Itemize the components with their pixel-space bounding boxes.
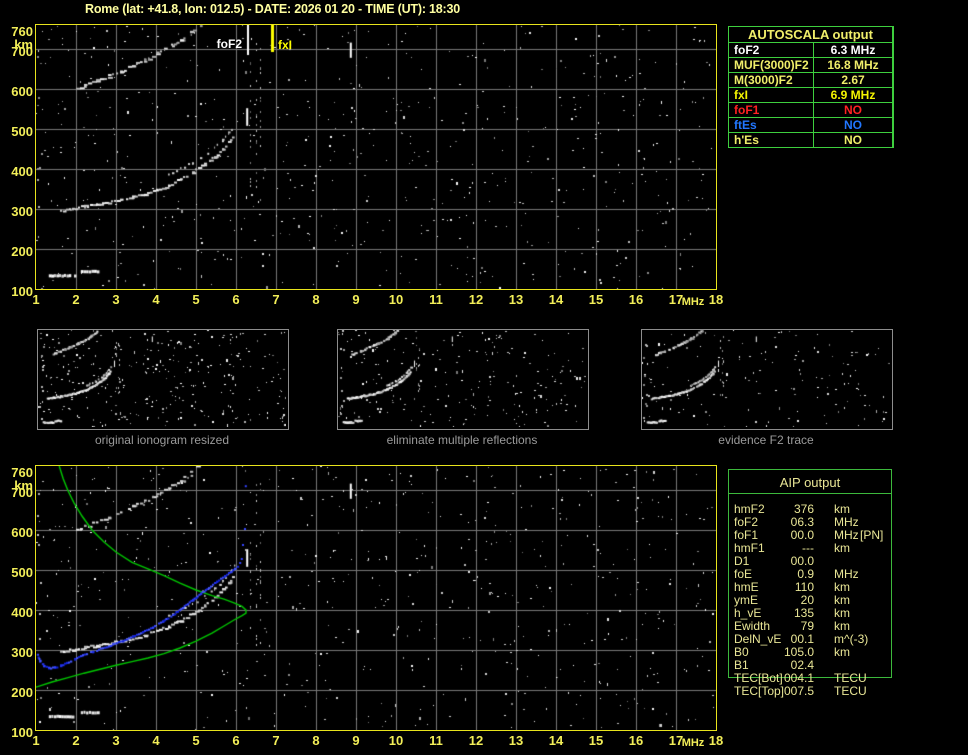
autoscala-row-value: 6.3 MHz [814, 43, 892, 57]
x-tick-label: 4 [152, 292, 160, 307]
thumbnail-original-ionogram [37, 329, 289, 430]
aip-row-extra: [PN] [860, 528, 884, 542]
autoscala-row-value: NO [814, 118, 892, 132]
ionogram-bottom-plot [35, 465, 717, 731]
autoscala-row-value: NO [814, 133, 892, 147]
x-tick-label: 7 [272, 292, 280, 307]
y-tick-label: 600 [11, 525, 33, 540]
y-tick-label: 200 [11, 685, 33, 700]
x-tick-label: 15 [588, 733, 604, 748]
x-tick-label: 12 [468, 733, 484, 748]
autoscala-row-label: M(3000)F2 [729, 73, 813, 87]
thumbnail-caption-eliminate: eliminate multiple reflections [386, 433, 538, 447]
y-tick-label: 500 [11, 565, 33, 580]
aip-row-unit: km [834, 541, 850, 555]
x-tick-label: 6 [232, 292, 240, 307]
thumbnail-caption-evidence: evidence F2 trace [718, 433, 814, 447]
x-tick-label: 12 [468, 292, 484, 307]
aip-row-unit: km [834, 645, 850, 659]
x-tick-label: 3 [112, 733, 120, 748]
x-tick-label: 15 [588, 292, 604, 307]
x-tick-label: 1 [32, 292, 40, 307]
ionogram-bottom-canvas [36, 466, 716, 730]
autoscala-header: AUTOSCALA output [729, 27, 892, 42]
x-tick-label: 3 [112, 292, 120, 307]
x-tick-label: 6 [232, 733, 240, 748]
autoscala-table: AUTOSCALA output foF2 6.3 MHz MUF(3000)F2 1… [728, 26, 894, 148]
fxI-marker-label: fxI [278, 38, 293, 52]
y-tick-label: 200 [11, 244, 33, 259]
y-tick-label: 400 [11, 605, 33, 620]
x-tick-label: 5 [192, 292, 200, 307]
x-tick-label: 11 [429, 292, 443, 307]
x-tick-label: 14 [548, 733, 564, 748]
x-tick-label: 2 [72, 733, 80, 748]
x-tick-label: 9 [352, 733, 360, 748]
ionogram-top-plot: foF2 fxI [35, 24, 717, 290]
autoscala-row-label: h'Es [729, 133, 813, 147]
screen: Rome (lat: +41.8, lon: 012.5) - DATE: 20… [0, 0, 968, 755]
autoscala-row-label: foF1 [729, 103, 813, 117]
x-tick-label: 10 [388, 733, 404, 748]
x-tick-label: 2 [72, 292, 80, 307]
y-tick-label: 500 [11, 124, 33, 139]
x-tick-label: 11 [429, 733, 443, 748]
aip-header-divider [728, 493, 892, 494]
autoscala-row-value: 6.9 MHz [814, 88, 892, 102]
aip-header: AIP output [779, 475, 841, 490]
x-tick-label: 13 [508, 733, 524, 748]
autoscala-row-label: ftEs [729, 118, 813, 132]
autoscala-row-label: foF2 [729, 43, 813, 57]
aip-row: TEC[Top] 007.5 TECU [728, 685, 892, 698]
x-tick-label: 7 [272, 733, 280, 748]
thumbnail-original-canvas [38, 330, 286, 427]
x-axis-unit-label: MHz [681, 737, 705, 749]
y-tick-label: 300 [11, 204, 33, 219]
x-tick-label: 16 [628, 292, 644, 307]
aip-table: hmF2 376 km foF2 06.3 MHz foF1 00.0 MHz [PN] hmF1-… [728, 503, 892, 698]
page-title: Rome (lat: +41.8, lon: 012.5) - DATE: 20… [85, 2, 461, 16]
x-tick-label: 8 [312, 733, 320, 748]
autoscala-row-label: fxI [729, 88, 813, 102]
x-axis-unit-label: MHz [681, 296, 705, 308]
thumbnail-evidence-canvas [642, 330, 890, 427]
y-axis-unit-label: km [14, 478, 33, 493]
autoscala-row-label: MUF(3000)F2 [729, 58, 813, 72]
x-tick-label: 13 [508, 292, 524, 307]
x-tick-label: 5 [192, 733, 200, 748]
x-tick-label: 1 [32, 733, 40, 748]
x-tick-label: 4 [152, 733, 160, 748]
autoscala-screen: { "title": "Rome (lat: +41.8, lon: 012.5… [0, 0, 968, 755]
x-tick-label: 16 [628, 733, 644, 748]
thumbnail-evidence-f2 [641, 329, 893, 430]
y-tick-label: 400 [11, 164, 33, 179]
thumbnail-caption-original: original ionogram resized [94, 433, 230, 447]
ionogram-top-canvas [36, 25, 716, 289]
x-tick-label: 10 [388, 292, 404, 307]
y-axis-unit-label: km [14, 37, 33, 52]
y-tick-label: 600 [11, 84, 33, 99]
aip-row-unit: TECU [834, 684, 867, 698]
aip-row-value: 007.5 [783, 684, 814, 698]
thumbnail-eliminate-canvas [338, 330, 586, 427]
autoscala-row-value: 2.67 [814, 73, 892, 87]
thumbnail-eliminate-reflections [337, 329, 589, 430]
autoscala-row-value: 16.8 MHz [814, 58, 892, 72]
autoscala-row-value: NO [814, 103, 892, 117]
x-tick-label: 14 [548, 292, 564, 307]
x-tick-label: 9 [352, 292, 360, 307]
y-tick-label: 300 [11, 645, 33, 660]
x-tick-label: 8 [312, 292, 320, 307]
foF2-marker-label: foF2 [216, 37, 242, 51]
